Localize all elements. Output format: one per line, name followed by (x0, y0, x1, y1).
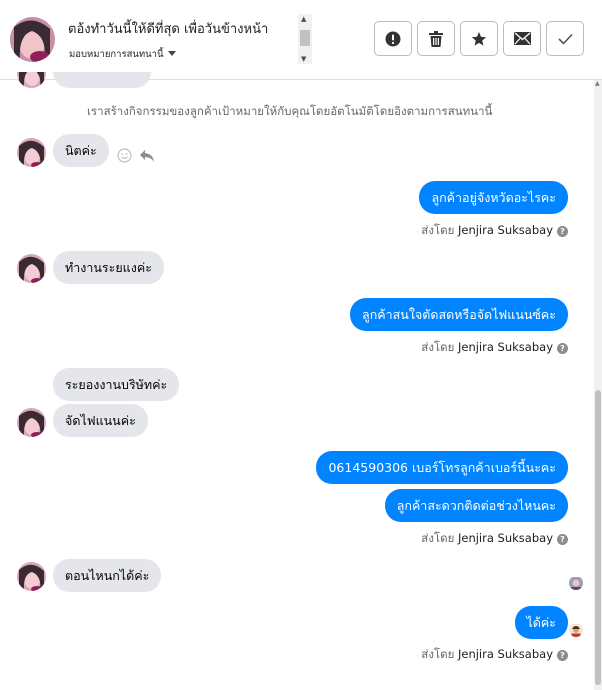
help-question-icon[interactable]: ? (557, 534, 568, 545)
sent-by-line: ส่งโดย Jenjira Suksabay? (421, 530, 568, 548)
sent-by-label: ส่งโดย (421, 223, 455, 237)
help-question-icon[interactable]: ? (557, 343, 568, 354)
sent-by-line: ส่งโดย Jenjira Suksabay? (421, 646, 568, 664)
assign-conversation-label: มอบหมายการสนทนานี้ (69, 49, 164, 60)
contact-avatar (17, 254, 46, 283)
agent-name: Jenjira Suksabay (457, 647, 553, 661)
reply-arrow-icon[interactable] (139, 148, 155, 167)
sent-by-line: ส่งโดย Jenjira Suksabay? (421, 339, 568, 357)
conversation-header: ตอ้งทำวันนี้ให้ดีที่สุด เพื่อวันข้างหน้า… (0, 0, 602, 80)
outgoing-message[interactable]: 0614590306 เบอร์โทรลูกค้าเบอร์นี้นะคะ (316, 451, 568, 484)
outgoing-message[interactable]: ได้ค่ะ (514, 606, 568, 639)
system-note: เราสร้างกิจกรรมของลูกค้าเป้าหมายให้กับคุ… (87, 104, 493, 118)
agent-name: Jenjira Suksabay (457, 223, 553, 237)
delete-button[interactable] (417, 21, 455, 56)
title-scroll-thumb[interactable] (300, 30, 310, 46)
conversation-title: ตอ้งทำวันนี้ให้ดีที่สุด เพื่อวันข้างหน้า (68, 22, 269, 37)
outgoing-message[interactable]: ลูกค้าอยู่จังหวัดอะไรคะ (419, 181, 568, 214)
agent-name: Jenjira Suksabay (457, 340, 553, 354)
incoming-message[interactable]: ทำงานระยแงค่ะ (53, 251, 164, 284)
sent-by-label: ส่งโดย (421, 340, 455, 354)
exclamation-circle-icon (385, 31, 401, 46)
title-scrollbar[interactable]: ▲ ▼ (298, 14, 312, 64)
incoming-message[interactable]: ตอนไหนกได้ค่ะ (53, 559, 162, 592)
contact-avatar (17, 562, 46, 591)
envelope-icon (513, 32, 531, 45)
react-smiley-icon[interactable] (117, 148, 132, 167)
caret-down-icon (167, 51, 176, 56)
contact-avatar (17, 138, 46, 167)
incoming-message[interactable]: จัดไฟแนนค่ะ (53, 404, 148, 437)
scroll-up-arrow-icon[interactable]: ▲ (301, 15, 306, 23)
star-icon (471, 31, 487, 46)
sent-by-label: ส่งโดย (421, 531, 455, 545)
report-button[interactable] (374, 21, 412, 56)
help-question-icon[interactable]: ? (557, 226, 568, 237)
sent-by-line: ส่งโดย Jenjira Suksabay? (421, 222, 568, 240)
assign-conversation-dropdown[interactable]: มอบหมายการสนทนานี้ (69, 47, 176, 62)
messages-scrollbar[interactable]: ▲ (594, 80, 602, 690)
outgoing-message[interactable]: ลูกค้าสนใจตัดสดหรือจัดไฟแนนซ์คะ (350, 298, 568, 331)
mark-done-button[interactable] (546, 21, 584, 56)
agent-seen-avatar (569, 623, 583, 637)
scroll-down-arrow-icon[interactable]: ▼ (301, 55, 306, 63)
sent-by-label: ส่งโดย (421, 647, 455, 661)
outgoing-message[interactable]: ลูกค้าสะดวกติดต่อช่วงไหนคะ (384, 489, 568, 522)
seen-receipt-avatar (569, 576, 583, 590)
scroll-up-arrow-icon[interactable]: ▲ (595, 80, 600, 87)
mail-button[interactable] (503, 21, 541, 56)
message-bubble-partial (53, 72, 151, 88)
checkmark-icon (557, 33, 573, 45)
incoming-message[interactable]: ระยองงานบริษัทค่ะ (53, 368, 180, 401)
incoming-message[interactable]: นิตค่ะ (53, 134, 109, 167)
agent-name: Jenjira Suksabay (457, 531, 553, 545)
contact-avatar[interactable] (10, 17, 55, 62)
help-question-icon[interactable]: ? (557, 650, 568, 661)
contact-avatar (17, 408, 46, 437)
messages-scroll-thumb[interactable] (595, 390, 601, 685)
star-button[interactable] (460, 21, 498, 56)
trash-icon (429, 30, 443, 47)
contact-avatar-partial (17, 72, 46, 88)
